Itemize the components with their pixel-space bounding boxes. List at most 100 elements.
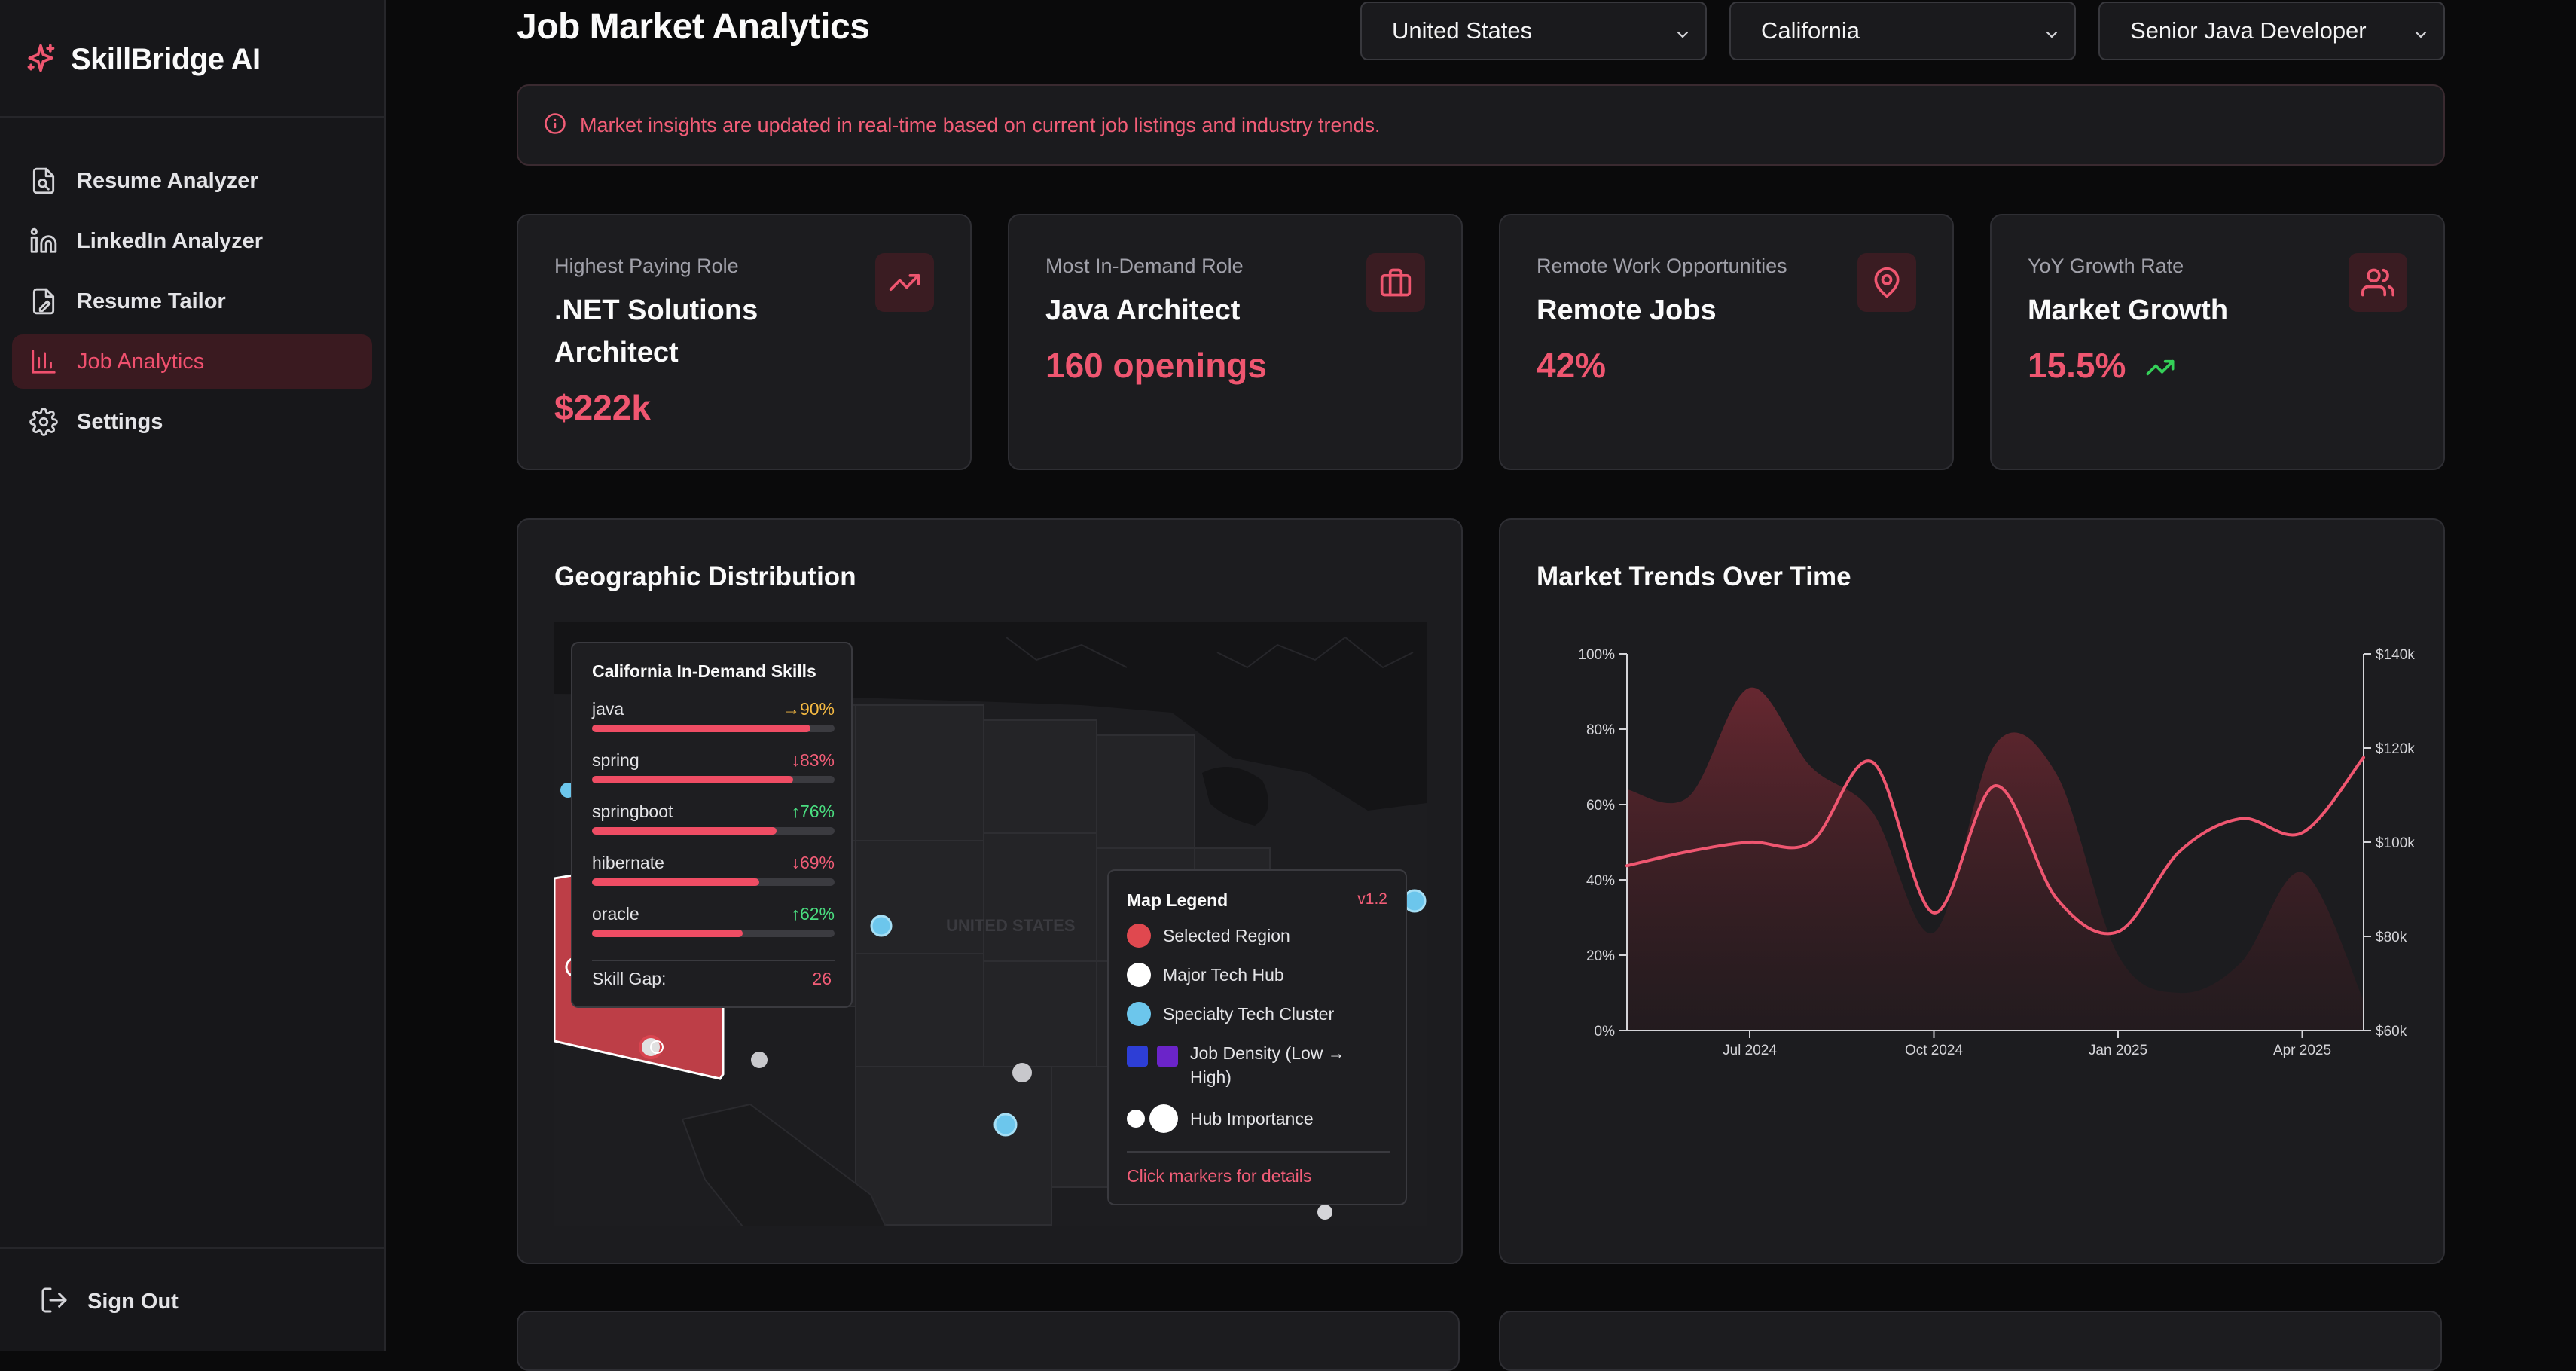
legend-label: Selected Region — [1163, 925, 1290, 945]
skill-name: springboot — [592, 802, 673, 821]
stat-label: Most In-Demand Role — [1045, 255, 1244, 277]
right-tick-label: $120k — [2376, 741, 2415, 757]
stat-card-highest-paying: Highest Paying Role .NET Solutions Archi… — [517, 214, 972, 470]
legend-item-major-hub: Major Tech Hub — [1127, 963, 1284, 987]
left-tick-label: 60% — [1586, 798, 1615, 814]
skill-percent: →90% — [782, 699, 835, 719]
sidebar-item-linkedin-analyzer[interactable]: LinkedIn Analyzer — [12, 214, 372, 268]
bottom-card-right — [1499, 1311, 2442, 1371]
right-tick-label: $140k — [2376, 647, 2415, 663]
legend-item-selected-region: Selected Region — [1127, 924, 1290, 948]
panel-title: Geographic Distribution — [554, 562, 856, 591]
stat-title: Remote Jobs — [1537, 295, 1717, 326]
skill-bar — [592, 827, 835, 835]
left-tick-label: 0% — [1595, 1024, 1616, 1040]
skill-bar-fill — [592, 725, 810, 732]
country-select-value: United States — [1392, 17, 1533, 44]
blue-dot-icon — [1127, 1002, 1151, 1026]
sign-out-label: Sign Out — [87, 1289, 179, 1314]
left-tick-label: 100% — [1578, 647, 1615, 663]
sparkle-icon — [24, 41, 57, 78]
sidebar-item-resume-tailor[interactable]: Resume Tailor — [12, 274, 372, 328]
skill-bar-fill — [592, 930, 743, 937]
stat-card-yoy-growth: YoY Growth Rate Market Growth 15.5% — [1990, 214, 2445, 470]
market-trends-chart[interactable]: 0% 20% 40% 60% 80% 100% $60k $80k $100k $120k $140… — [1500, 618, 2443, 1070]
cluster-marker — [993, 1113, 1018, 1137]
skill-percent: ↓83% — [791, 750, 835, 770]
x-tick-label: Apr 2025 — [2273, 1043, 2331, 1058]
area-series — [1627, 687, 2364, 1031]
right-tick-label: $80k — [2376, 930, 2407, 945]
stat-title: .NET Solutions Architect — [554, 295, 758, 368]
map-country-label: UNITED STATES — [946, 916, 1076, 935]
sign-out-button[interactable]: Sign Out — [39, 1275, 179, 1329]
stat-card-most-in-demand: Most In-Demand Role Java Architect 160 o… — [1008, 214, 1463, 470]
bottom-card-left — [517, 1311, 1460, 1371]
banner-text: Market insights are updated in real-time… — [580, 113, 1381, 136]
legend-label: Hub Importance — [1190, 1108, 1314, 1128]
country-select[interactable]: United States — [1360, 2, 1707, 60]
sidebar-divider — [0, 116, 384, 118]
stat-title: Market Growth — [2028, 295, 2229, 326]
role-select[interactable]: Senior Java Developer — [2098, 2, 2445, 60]
map-legend: Map Legend v1.2 Selected Region Major Te… — [1107, 869, 1407, 1205]
sidebar-item-label: Resume Tailor — [77, 289, 226, 313]
x-tick-label: Jan 2025 — [2089, 1043, 2147, 1058]
divider — [592, 960, 835, 961]
size-scale-icon — [1127, 1104, 1178, 1133]
sidebar-item-resume-analyzer[interactable]: Resume Analyzer — [12, 154, 372, 208]
legend-item-job-density: Job Density (Low → High) — [1127, 1041, 1371, 1089]
hub-marker — [1012, 1063, 1032, 1082]
log-out-icon — [39, 1285, 69, 1319]
skill-name: java — [592, 699, 624, 719]
skill-name: oracle — [592, 904, 639, 924]
legend-item-specialty-cluster: Specialty Tech Cluster — [1127, 1002, 1334, 1026]
stat-value: 160 openings — [1045, 346, 1267, 385]
cluster-marker — [870, 915, 893, 937]
trending-up-icon — [2145, 353, 2175, 386]
map-pin-icon — [1857, 253, 1916, 312]
hub-marker — [1317, 1205, 1332, 1220]
skill-percent: ↓69% — [791, 853, 835, 872]
stat-label: YoY Growth Rate — [2028, 255, 2184, 277]
stat-title: Java Architect — [1045, 295, 1241, 326]
users-icon — [2349, 253, 2407, 312]
chevron-down-icon — [2043, 23, 2061, 50]
app-name: SkillBridge AI — [71, 42, 261, 76]
skill-bar — [592, 776, 835, 783]
legend-version: v1.2 — [1357, 890, 1387, 908]
left-tick-label: 80% — [1586, 722, 1615, 738]
sidebar-item-label: Resume Analyzer — [77, 168, 258, 193]
x-tick-label: Oct 2024 — [1905, 1043, 1964, 1058]
bar-chart-icon — [29, 347, 59, 377]
region-select[interactable]: California — [1729, 2, 2076, 60]
stat-label: Remote Work Opportunities — [1537, 255, 1787, 277]
stat-value: 15.5% — [2028, 346, 2126, 385]
left-tick-label: 40% — [1586, 873, 1615, 889]
sidebar-item-settings[interactable]: Settings — [12, 395, 372, 449]
right-tick-label: $60k — [2376, 1024, 2407, 1040]
skill-bar — [592, 930, 835, 937]
skills-popup: California In-Demand Skills java →90% sp… — [571, 642, 853, 1008]
right-tick-label: $100k — [2376, 835, 2415, 851]
divider — [1127, 1151, 1390, 1153]
skill-bar-fill — [592, 776, 794, 783]
market-trends-panel: Market Trends Over Time 0% 20% 40% 60% 80% 10… — [1499, 518, 2445, 1264]
stat-value: $222k — [554, 388, 651, 427]
stat-label: Highest Paying Role — [554, 255, 739, 277]
sidebar-item-job-analytics[interactable]: Job Analytics — [12, 334, 372, 389]
legend-item-hub-importance: Hub Importance — [1127, 1104, 1314, 1133]
chevron-down-icon — [1674, 23, 1692, 50]
hub-marker — [751, 1052, 768, 1068]
skill-gap-label: Skill Gap: — [592, 969, 667, 988]
skill-bar — [592, 878, 835, 886]
skill-bar-fill — [592, 878, 760, 886]
linkedin-icon — [29, 226, 59, 256]
stat-value: 42% — [1537, 346, 1607, 385]
left-tick-label: 20% — [1586, 948, 1615, 964]
chevron-down-icon — [2412, 23, 2430, 50]
white-dot-icon — [1127, 963, 1151, 987]
brand[interactable]: SkillBridge AI — [24, 38, 261, 81]
legend-label: Major Tech Hub — [1163, 964, 1284, 985]
skill-name: spring — [592, 750, 639, 770]
